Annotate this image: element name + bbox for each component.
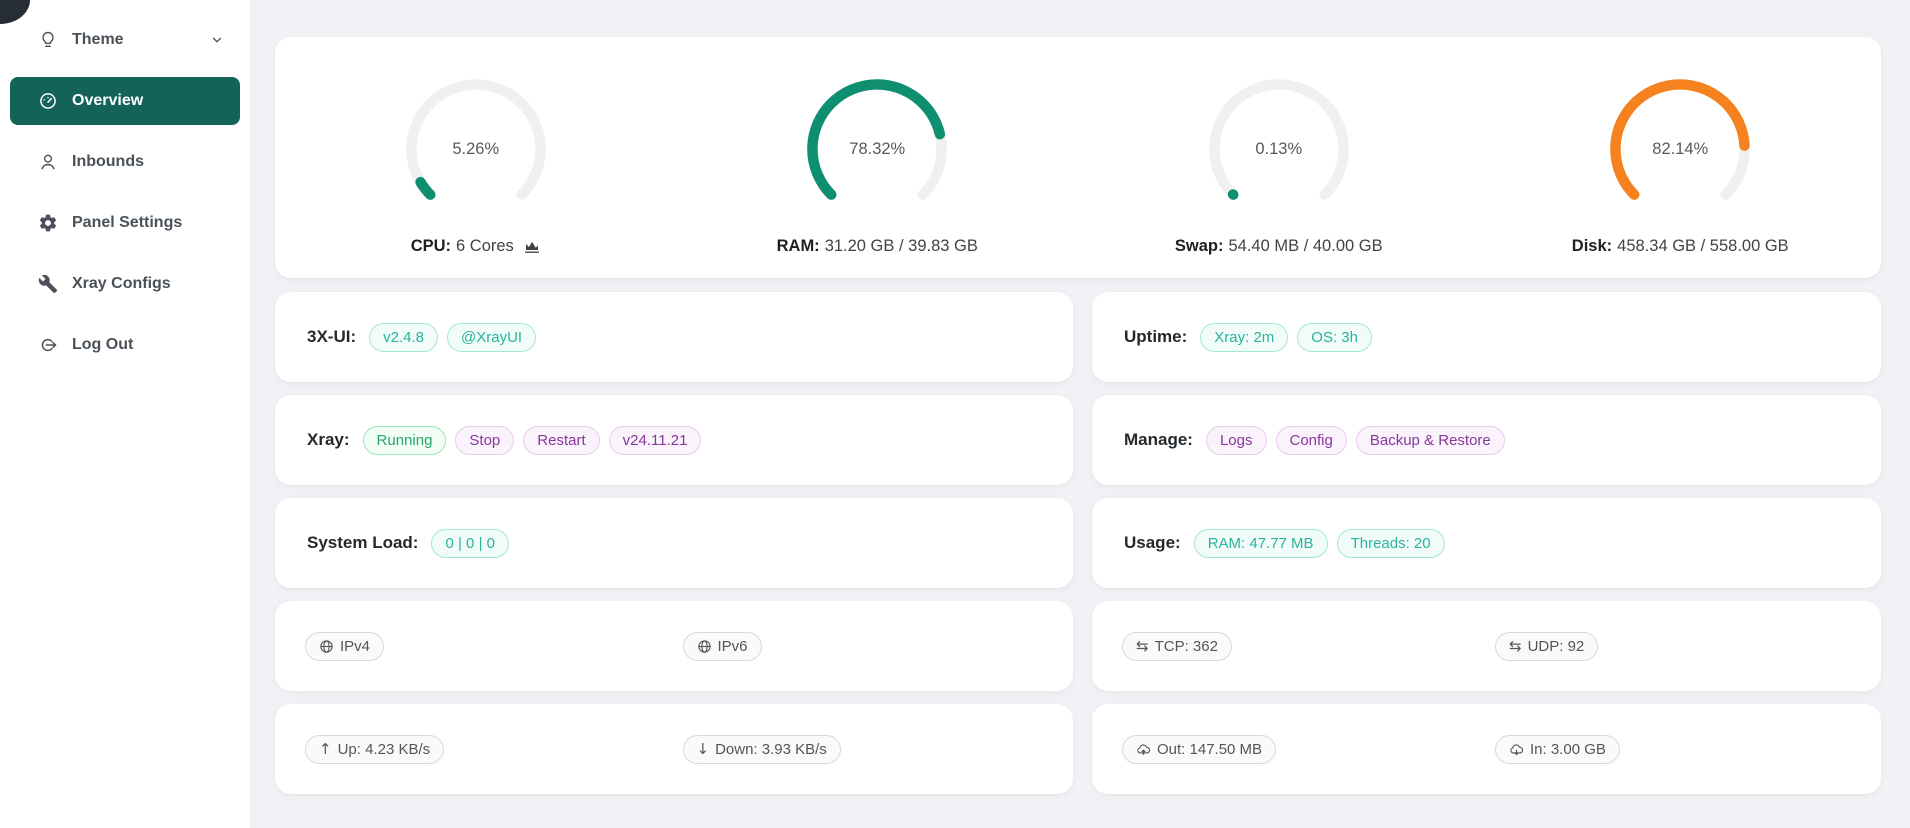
- disk-caption: Disk: 458.34 GB / 558.00 GB: [1572, 237, 1789, 256]
- xray-version-tag[interactable]: v24.11.21: [609, 426, 702, 455]
- ipv4-tag: IPv4: [305, 632, 384, 661]
- system-gauges-card: 5.26% CPU: 6 Cores 78.32% RAM:: [275, 37, 1881, 278]
- main-content: 5.26% CPU: 6 Cores 78.32% RAM:: [250, 0, 1910, 828]
- swap-icon: ⇆: [1136, 639, 1149, 654]
- ram-gauge: 78.32% RAM: 31.20 GB / 39.83 GB: [677, 73, 1079, 278]
- sidebar-item-label: Log Out: [72, 336, 133, 354]
- chevron-down-icon: [210, 33, 224, 47]
- swap-caption: Swap: 54.40 MB / 40.00 GB: [1175, 237, 1383, 256]
- cpu-gauge-ring: 5.26%: [400, 73, 552, 225]
- upload-speed-tag: ↑ Up: 4.23 KB/s: [305, 735, 444, 764]
- bulb-icon: [38, 30, 58, 50]
- config-button[interactable]: Config: [1276, 426, 1347, 455]
- disk-gauge: 82.14% Disk: 458.34 GB / 558.00 GB: [1480, 73, 1882, 278]
- wrench-icon: [38, 274, 58, 294]
- gear-icon: [38, 213, 58, 233]
- traffic-card: Out: 147.50 MB In: 3.00 GB: [1092, 704, 1881, 794]
- sidebar-item-label: Theme: [72, 31, 124, 49]
- sidebar-item-theme[interactable]: Theme: [10, 16, 240, 64]
- logout-icon: [38, 335, 58, 355]
- backup-restore-button[interactable]: Backup & Restore: [1356, 426, 1505, 455]
- area-chart-icon[interactable]: [523, 238, 541, 256]
- sidebar-item-xray-configs[interactable]: Xray Configs: [10, 260, 240, 308]
- info-grid: 3X-UI: v2.4.8 @XrayUI Uptime: Xray: 2m O…: [275, 292, 1881, 794]
- sidebar-item-label: Overview: [72, 92, 143, 110]
- user-icon: [38, 152, 58, 172]
- disk-percent: 82.14%: [1604, 73, 1756, 225]
- sidebar-item-panel-settings[interactable]: Panel Settings: [10, 199, 240, 247]
- arrow-down-icon: ↓: [697, 742, 710, 757]
- manage-card: Manage: Logs Config Backup & Restore: [1092, 395, 1881, 485]
- uptime-xray-tag: Xray: 2m: [1200, 323, 1288, 352]
- uptime-card: Uptime: Xray: 2m OS: 3h: [1092, 292, 1881, 382]
- sidebar-item-label: Inbounds: [72, 153, 144, 171]
- system-load-tag: 0 | 0 | 0: [431, 529, 509, 558]
- usage-threads-tag: Threads: 20: [1337, 529, 1445, 558]
- arrow-up-icon: ↑: [319, 742, 332, 757]
- dashboard-icon: [38, 91, 58, 111]
- logs-button[interactable]: Logs: [1206, 426, 1267, 455]
- xray-stop-button[interactable]: Stop: [455, 426, 514, 455]
- system-load-label: System Load:: [307, 533, 418, 553]
- tcp-tag: ⇆ TCP: 362: [1122, 632, 1232, 661]
- xray-restart-button[interactable]: Restart: [523, 426, 599, 455]
- cloud-upload-icon: [1136, 742, 1151, 757]
- ram-gauge-ring: 78.32%: [801, 73, 953, 225]
- ram-percent: 78.32%: [801, 73, 953, 225]
- xray-card: Xray: Running Stop Restart v24.11.21: [275, 395, 1073, 485]
- cpu-percent: 5.26%: [400, 73, 552, 225]
- sidebar-item-overview[interactable]: Overview: [10, 77, 240, 125]
- xray-status-tag: Running: [363, 426, 447, 455]
- sidebar: Theme Overview Inbounds: [0, 0, 250, 828]
- xui-version-tag[interactable]: v2.4.8: [369, 323, 438, 352]
- xui-card: 3X-UI: v2.4.8 @XrayUI: [275, 292, 1073, 382]
- usage-label: Usage:: [1124, 533, 1181, 553]
- xui-label: 3X-UI:: [307, 327, 356, 347]
- system-load-card: System Load: 0 | 0 | 0: [275, 498, 1073, 588]
- xui-telegram-tag[interactable]: @XrayUI: [447, 323, 536, 352]
- manage-label: Manage:: [1124, 430, 1193, 450]
- speed-card: ↑ Up: 4.23 KB/s ↓ Down: 3.93 KB/s: [275, 704, 1073, 794]
- usage-card: Usage: RAM: 47.77 MB Threads: 20: [1092, 498, 1881, 588]
- globe-icon: [697, 639, 712, 654]
- sidebar-item-log-out[interactable]: Log Out: [10, 321, 240, 369]
- ram-caption: RAM: 31.20 GB / 39.83 GB: [777, 237, 978, 256]
- swap-percent: 0.13%: [1203, 73, 1355, 225]
- udp-tag: ⇆ UDP: 92: [1495, 632, 1598, 661]
- globe-icon: [319, 639, 334, 654]
- cpu-caption: CPU: 6 Cores: [411, 237, 541, 256]
- traffic-out-tag: Out: 147.50 MB: [1122, 735, 1276, 764]
- disk-gauge-ring: 82.14%: [1604, 73, 1756, 225]
- traffic-in-tag: In: 3.00 GB: [1495, 735, 1620, 764]
- ipv6-tag: IPv6: [683, 632, 762, 661]
- uptime-os-tag: OS: 3h: [1297, 323, 1372, 352]
- swap-gauge-ring: 0.13%: [1203, 73, 1355, 225]
- xray-label: Xray:: [307, 430, 350, 450]
- cpu-gauge: 5.26% CPU: 6 Cores: [275, 73, 677, 278]
- sidebar-item-inbounds[interactable]: Inbounds: [10, 138, 240, 186]
- ip-card: IPv4 IPv6: [275, 601, 1073, 691]
- swap-icon: ⇆: [1509, 639, 1522, 654]
- usage-ram-tag: RAM: 47.77 MB: [1194, 529, 1328, 558]
- swap-gauge: 0.13% Swap: 54.40 MB / 40.00 GB: [1078, 73, 1480, 278]
- uptime-label: Uptime:: [1124, 327, 1187, 347]
- sidebar-item-label: Xray Configs: [72, 275, 171, 293]
- download-speed-tag: ↓ Down: 3.93 KB/s: [683, 735, 841, 764]
- connections-card: ⇆ TCP: 362 ⇆ UDP: 92: [1092, 601, 1881, 691]
- cloud-download-icon: [1509, 742, 1524, 757]
- sidebar-item-label: Panel Settings: [72, 214, 182, 232]
